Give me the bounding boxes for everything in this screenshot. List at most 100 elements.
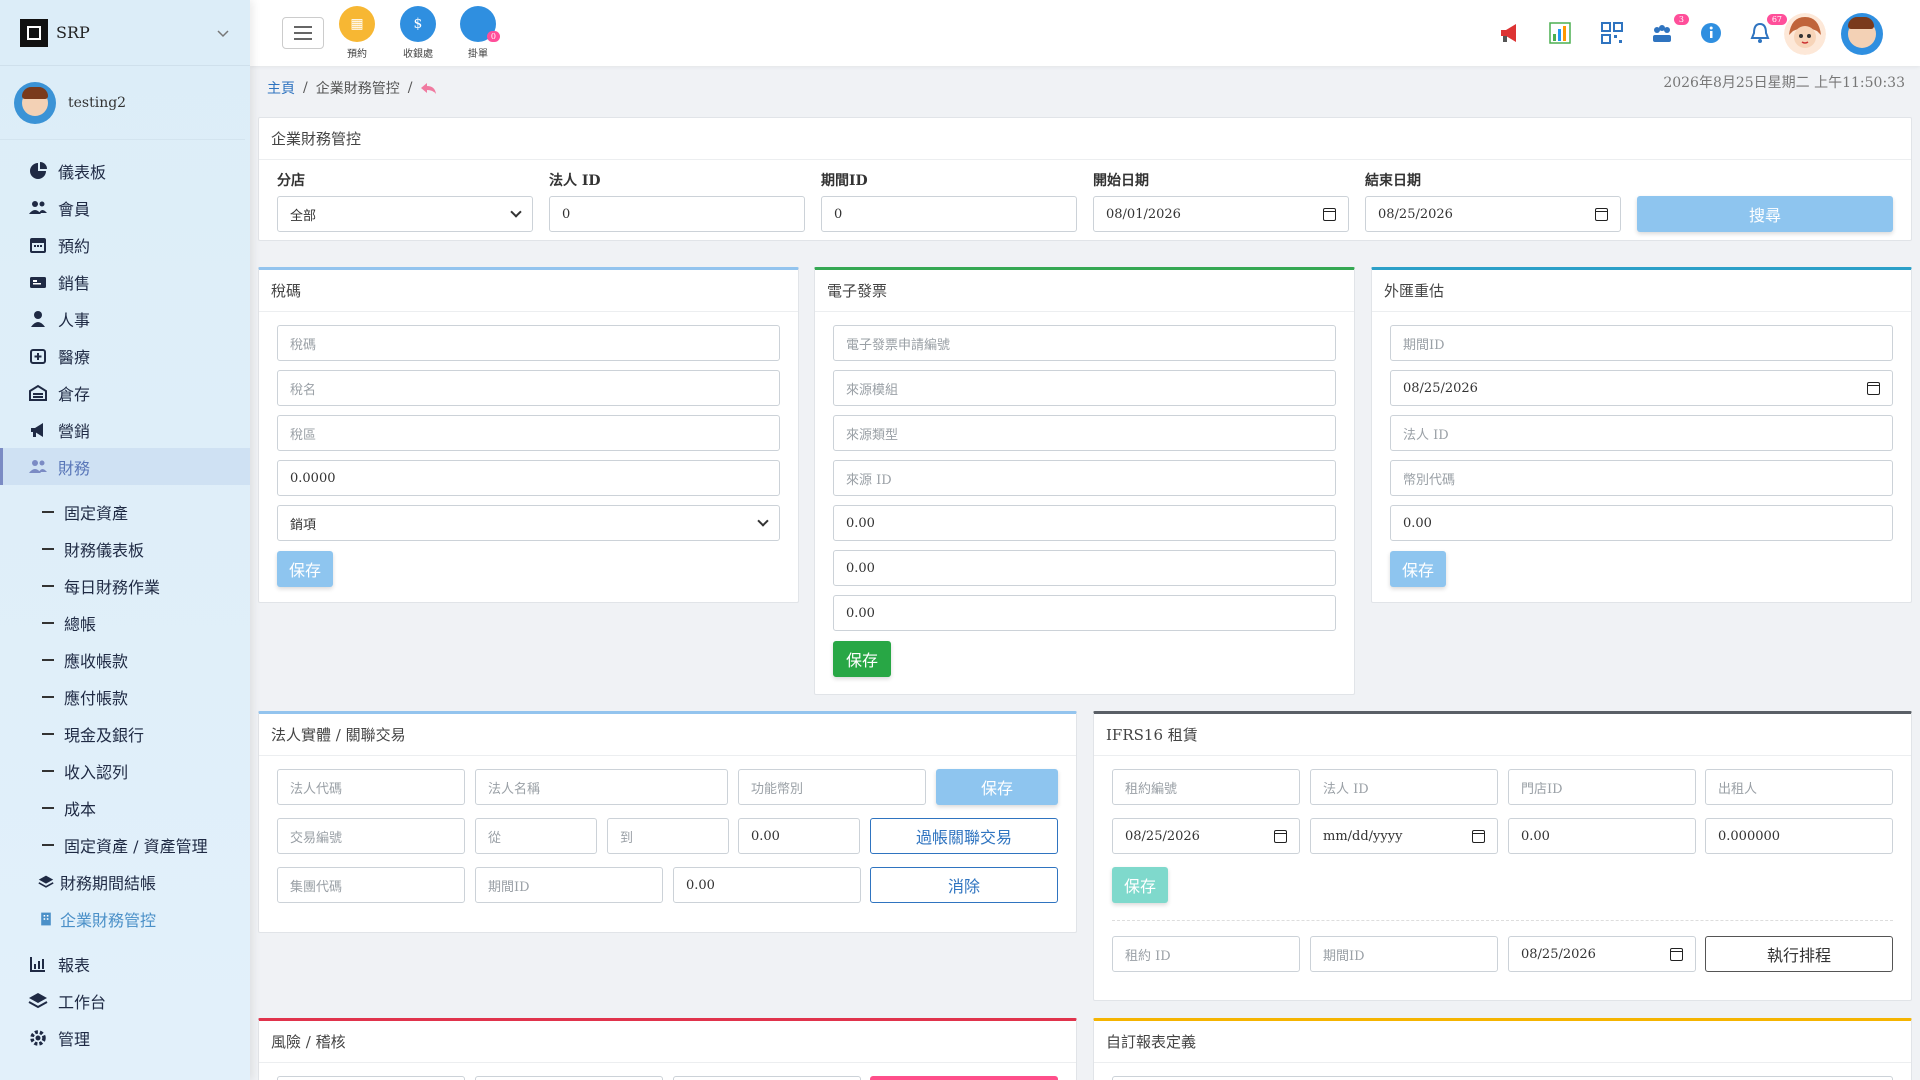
end-date-input[interactable]: 08/25/2026 — [1365, 196, 1621, 232]
fx-save-button[interactable]: 保存 — [1390, 551, 1446, 587]
sidebar-subitem-general-ledger[interactable]: 總帳 — [0, 604, 250, 641]
search-button[interactable]: 搜尋 — [1637, 196, 1893, 232]
risk-input[interactable] — [475, 1076, 663, 1080]
einvoice-request-input[interactable]: 電子發票申請編號 — [833, 325, 1336, 361]
source-module-input[interactable]: 來源模組 — [833, 370, 1336, 406]
legal-id-input[interactable]: 0 — [549, 196, 805, 232]
lease-legal-input[interactable]: 法人 ID — [1310, 769, 1498, 805]
brand[interactable]: SRP — [0, 0, 250, 66]
post-ic-button[interactable]: 過帳關聯交易 — [870, 818, 1058, 854]
risk-action-button[interactable] — [870, 1076, 1058, 1080]
sidebar-subitem-payables[interactable]: 應付帳款 — [0, 678, 250, 715]
entity-save-button[interactable]: 保存 — [936, 769, 1058, 805]
einvoice-save-button[interactable]: 保存 — [833, 641, 891, 677]
sidebar-item-workbench[interactable]: 工作台 — [0, 982, 250, 1019]
period-id-input[interactable]: 0 — [821, 196, 1077, 232]
entity-name-input[interactable]: 法人名稱 — [475, 769, 728, 805]
sidebar-subitem-receivables[interactable]: 應收帳款 — [0, 641, 250, 678]
bar-chart-icon[interactable] — [1547, 20, 1573, 46]
quick-hold-button[interactable]: 0 掛單 — [453, 6, 503, 60]
source-type-input[interactable]: 來源類型 — [833, 415, 1336, 451]
source-id-input[interactable]: 來源 ID — [833, 460, 1336, 496]
sidebar-subitem-cash-bank[interactable]: 現金及銀行 — [0, 715, 250, 752]
fx-legal-input[interactable]: 法人 ID — [1390, 415, 1893, 451]
fx-period-input[interactable]: 期間ID — [1390, 325, 1893, 361]
entity-code-input[interactable]: 法人代碼 — [277, 769, 465, 805]
sidebar-subitem-cost[interactable]: 成本 — [0, 789, 250, 826]
tax-save-button[interactable]: 保存 — [277, 551, 333, 587]
tax-name-input[interactable]: 稅名 — [277, 370, 780, 406]
risk-input[interactable] — [277, 1076, 465, 1080]
eliminate-button[interactable]: 消除 — [870, 867, 1058, 903]
lease-no-input[interactable]: 租約編號 — [1112, 769, 1300, 805]
fx-date-input[interactable]: 08/25/2026 — [1390, 370, 1893, 406]
sidebar-item-medical[interactable]: 醫療 — [0, 337, 250, 374]
sidebar-item-reports[interactable]: 報表 — [0, 945, 250, 982]
elim-amount-input[interactable]: 0.00 — [673, 867, 861, 903]
sidebar-subitem-enterprise-control[interactable]: 企業財務管控 — [0, 900, 250, 937]
sidebar-item-hr[interactable]: 人事 — [0, 300, 250, 337]
lease-start-input[interactable]: 08/25/2026 — [1112, 818, 1300, 854]
tax-rate-input[interactable]: 0.0000 — [277, 460, 780, 496]
sidebar-subitem-fixed-assets[interactable]: 固定資產 — [0, 493, 250, 530]
sidebar-item-label: 營銷 — [58, 421, 91, 441]
quick-booking-button[interactable]: ▦ 預約 — [332, 6, 382, 60]
fx-amount-input[interactable]: 0.00 — [1390, 505, 1893, 541]
from-input[interactable]: 從 — [475, 818, 597, 854]
sidebar-item-warehouse[interactable]: 倉存 — [0, 374, 250, 411]
schedule-date-input[interactable]: 08/25/2026 — [1508, 936, 1696, 972]
team-chat-icon[interactable]: 3 — [1649, 14, 1689, 46]
custom-report-input[interactable] — [1112, 1076, 1893, 1080]
tax-region-input[interactable]: 稅區 — [277, 415, 780, 451]
avatar[interactable] — [1784, 13, 1826, 55]
lease-end-input[interactable]: mm/dd/yyyy — [1310, 818, 1498, 854]
transaction-no-input[interactable]: 交易編號 — [277, 818, 465, 854]
sidebar-item-booking[interactable]: 預約 — [0, 226, 250, 263]
lease-save-button[interactable]: 保存 — [1112, 867, 1168, 903]
tax-code-input[interactable]: 稅碼 — [277, 325, 780, 361]
sidebar-subitem-finance-dashboard[interactable]: 財務儀表板 — [0, 530, 250, 567]
sidebar-subitem-revenue[interactable]: 收入認列 — [0, 752, 250, 789]
to-input[interactable]: 到 — [607, 818, 729, 854]
avatar[interactable] — [1841, 13, 1883, 55]
qr-code-icon[interactable] — [1599, 20, 1625, 46]
group-code-input[interactable]: 集團代碼 — [277, 867, 465, 903]
bell-icon[interactable]: 67 — [1747, 14, 1787, 46]
functional-currency-input[interactable]: 功能幣別 — [738, 769, 926, 805]
back-arrow-icon[interactable] — [420, 81, 438, 95]
user-box[interactable]: testing2 — [0, 66, 245, 140]
sidebar-item-sales[interactable]: 銷售 — [0, 263, 250, 300]
elim-period-input[interactable]: 期間ID — [475, 867, 663, 903]
start-date-input[interactable]: 08/01/2026 — [1093, 196, 1349, 232]
megaphone-icon[interactable] — [1497, 20, 1523, 46]
lease-amount-input[interactable]: 0.00 — [1508, 818, 1696, 854]
schedule-period-input[interactable]: 期間ID — [1310, 936, 1498, 972]
fx-currency-input[interactable]: 幣別代碼 — [1390, 460, 1893, 496]
store-id-input[interactable]: 門店ID — [1508, 769, 1696, 805]
risk-input[interactable] — [673, 1076, 861, 1080]
sidebar-subitem-period-close[interactable]: 財務期間結帳 — [0, 863, 250, 900]
sidebar-item-finance[interactable]: 財務 — [0, 448, 250, 485]
run-schedule-button[interactable]: 執行排程 — [1705, 936, 1893, 972]
lease-id-input[interactable]: 租約 ID — [1112, 936, 1300, 972]
lessor-input[interactable]: 出租人 — [1705, 769, 1893, 805]
lease-start-value: 08/25/2026 — [1125, 828, 1200, 844]
sidebar-item-dashboard[interactable]: 儀表板 — [0, 152, 250, 189]
lease-rate-input[interactable]: 0.000000 — [1705, 818, 1893, 854]
info-icon[interactable] — [1698, 20, 1724, 46]
amount-input[interactable]: 0.00 — [833, 505, 1336, 541]
sidebar-item-members[interactable]: 會員 — [0, 189, 250, 226]
quick-cashier-button[interactable]: $ 收銀處 — [393, 6, 443, 60]
sidebar-item-admin[interactable]: 管理 — [0, 1019, 250, 1056]
amount-input[interactable]: 0.00 — [833, 550, 1336, 586]
breadcrumb-home-link[interactable]: 主頁 — [267, 78, 295, 98]
ic-amount-input[interactable]: 0.00 — [738, 818, 860, 854]
sidebar-subitem-daily-ops[interactable]: 每日財務作業 — [0, 567, 250, 604]
menu-toggle-button[interactable] — [282, 17, 324, 49]
chevron-down-icon[interactable] — [216, 28, 230, 38]
branch-select[interactable]: 全部 — [277, 196, 533, 232]
sidebar-item-marketing[interactable]: 營銷 — [0, 411, 250, 448]
sidebar-subitem-asset-mgmt[interactable]: 固定資產 / 資產管理 — [0, 826, 250, 863]
amount-input[interactable]: 0.00 — [833, 595, 1336, 631]
tax-type-select[interactable]: 銷項 — [277, 505, 780, 541]
